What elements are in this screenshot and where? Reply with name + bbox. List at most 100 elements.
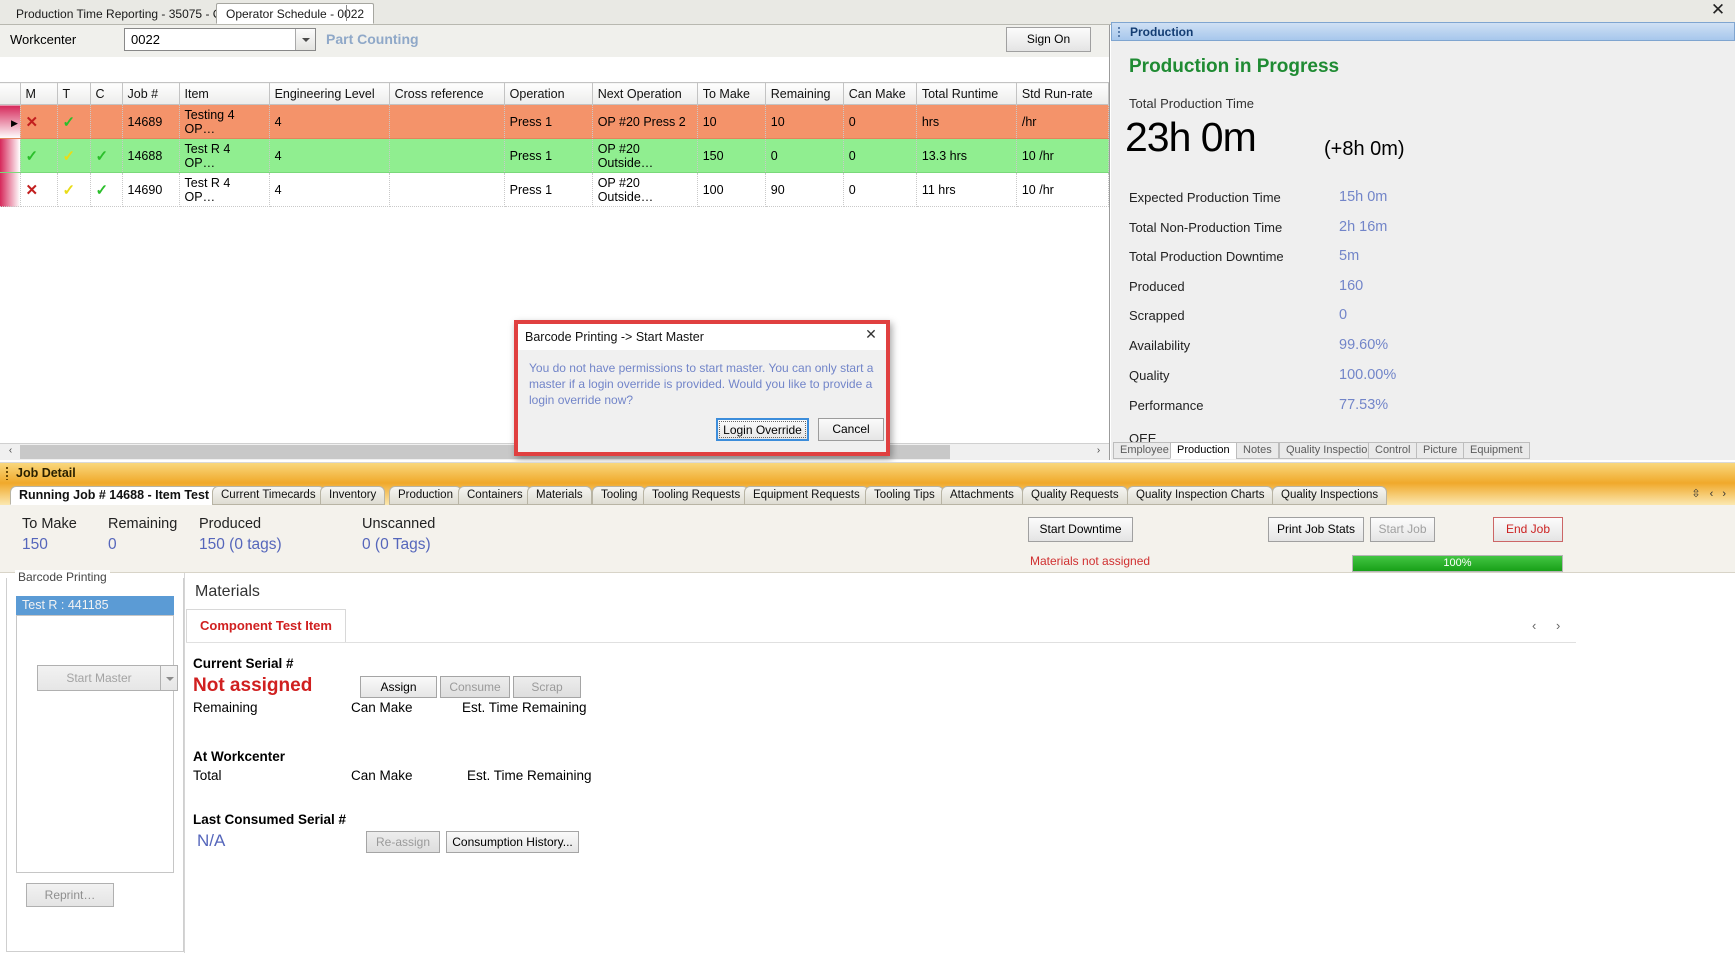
workcenter-value: 0022: [131, 32, 160, 47]
workcenter-select[interactable]: 0022: [124, 28, 316, 51]
header-engineering-level[interactable]: Engineering Level: [269, 82, 390, 105]
last-consumed-serial-value: N/A: [197, 831, 226, 850]
cell-t: ✓: [57, 104, 91, 139]
table-row[interactable]: ▶ ✕ ✓ 14689 Testing 4 OP… 4 Press 1 OP #…: [0, 104, 1110, 139]
divider: [186, 642, 1576, 643]
tab-quality-inspection[interactable]: Quality Inspection: [1279, 442, 1381, 459]
row-selector[interactable]: ▶: [0, 104, 21, 139]
tab-quality-requests[interactable]: Quality Requests: [1022, 486, 1128, 505]
top-tab-operator-schedule[interactable]: Operator Schedule - 0022: [216, 3, 375, 24]
chevron-down-icon[interactable]: [295, 29, 315, 50]
header-next-operation[interactable]: Next Operation: [592, 82, 698, 105]
tab-tooling[interactable]: Tooling: [592, 486, 647, 505]
barcode-printing-dialog: Barcode Printing -> Start Master ✕ You d…: [514, 320, 890, 456]
grip-icon[interactable]: [6, 467, 8, 480]
header-std-run-rate[interactable]: Std Run-rate: [1016, 82, 1110, 105]
tab-current-timecards[interactable]: Current Timecards: [212, 486, 325, 505]
header-operation[interactable]: Operation: [504, 82, 593, 105]
job-table: M T C Job # Item Engineering Level Cross…: [0, 82, 1110, 207]
reassign-button[interactable]: Re-assign: [366, 831, 440, 853]
sign-on-button[interactable]: Sign On: [1006, 27, 1091, 52]
tab-component-test-item[interactable]: Component Test Item: [186, 609, 346, 642]
cell-can-make: 0: [843, 138, 917, 173]
cell-total-runtime: hrs: [916, 104, 1017, 139]
stat-value-scrapped: 0: [1339, 307, 1348, 323]
cell-c: ✓: [90, 172, 123, 207]
cancel-button[interactable]: Cancel: [818, 418, 884, 441]
metric-unscanned: Unscanned 0 (0 Tags): [362, 516, 435, 554]
header-to-make[interactable]: To Make: [697, 82, 766, 105]
tab-notes[interactable]: Notes: [1236, 442, 1279, 459]
tab-running-job[interactable]: Running Job # 14688 - Item Test R: [10, 486, 231, 505]
check-icon: ✓: [62, 113, 76, 131]
current-serial-label: Current Serial #: [193, 656, 294, 671]
tab-control[interactable]: Control: [1368, 442, 1418, 459]
tab-equipment-requests[interactable]: Equipment Requests: [744, 486, 869, 505]
barcode-selected-item[interactable]: Test R : 441185: [16, 596, 174, 615]
header-c[interactable]: C: [90, 82, 123, 105]
chevron-down-icon[interactable]: [161, 665, 178, 691]
tab-equipment[interactable]: Equipment: [1463, 442, 1530, 459]
header-can-make[interactable]: Can Make: [843, 82, 917, 105]
header-remaining[interactable]: Remaining: [765, 82, 844, 105]
tab-nav-icons[interactable]: ⇳ ‹ ›: [1691, 487, 1729, 500]
cell-eng-level: 4: [269, 104, 390, 139]
print-job-stats-button[interactable]: Print Job Stats: [1268, 517, 1364, 542]
job-table-header-row: M T C Job # Item Engineering Level Cross…: [0, 82, 1110, 105]
start-job-button[interactable]: Start Job: [1370, 517, 1435, 542]
header-item[interactable]: Item: [179, 82, 270, 105]
stat-value-produced: 160: [1339, 278, 1364, 294]
header-total-runtime[interactable]: Total Runtime: [916, 82, 1017, 105]
header-cross-reference[interactable]: Cross reference: [389, 82, 505, 105]
can-make-label-workcenter: Can Make: [351, 768, 413, 783]
tab-quality-inspections[interactable]: Quality Inspections: [1272, 486, 1388, 505]
table-row[interactable]: ✕ ✓ ✓ 14690 Test R 4 OP… 4 Press 1 OP #2…: [0, 172, 1110, 207]
consumption-history-button[interactable]: Consumption History...: [446, 831, 579, 853]
check-icon: ✓: [95, 147, 109, 165]
start-downtime-button[interactable]: Start Downtime: [1028, 517, 1133, 542]
tab-materials[interactable]: Materials: [527, 486, 592, 505]
tab-tooling-tips[interactable]: Tooling Tips: [865, 486, 944, 505]
materials-pager-icons[interactable]: ‹ ›: [1532, 618, 1568, 633]
metric-unscanned-label: Unscanned: [362, 516, 436, 532]
scroll-right-icon[interactable]: ›: [1090, 445, 1107, 459]
tab-quality-inspection-charts[interactable]: Quality Inspection Charts: [1127, 486, 1274, 505]
close-icon[interactable]: ✕: [1705, 0, 1731, 22]
login-override-button[interactable]: Login Override: [716, 418, 809, 441]
tab-tooling-requests[interactable]: Tooling Requests: [643, 486, 750, 505]
tab-employee[interactable]: Employee: [1113, 442, 1176, 459]
cell-cross-reference: [389, 172, 505, 207]
scroll-left-icon[interactable]: ‹: [2, 445, 19, 459]
close-icon[interactable]: ✕: [862, 328, 880, 344]
grip-icon[interactable]: [1118, 27, 1120, 38]
tab-production[interactable]: Production: [1170, 442, 1237, 459]
header-m[interactable]: M: [20, 82, 58, 105]
end-job-button[interactable]: End Job: [1493, 517, 1563, 542]
tab-production[interactable]: Production: [389, 486, 462, 505]
header-t[interactable]: T: [57, 82, 91, 105]
scrap-button[interactable]: Scrap: [513, 676, 581, 698]
job-detail-content: Barcode Printing Test R : 441185 Start M…: [0, 570, 1735, 953]
assign-button[interactable]: Assign: [360, 676, 437, 698]
cell-std-run-rate: 10 /hr: [1016, 172, 1110, 207]
header-job-number[interactable]: Job #: [122, 82, 180, 105]
row-selector[interactable]: [0, 138, 21, 173]
tab-picture[interactable]: Picture: [1416, 442, 1465, 459]
tab-containers[interactable]: Containers: [458, 486, 532, 505]
start-master-button[interactable]: Start Master: [37, 665, 161, 691]
cell-m: ✕: [20, 104, 58, 139]
stat-value-performance: 77.53%: [1339, 397, 1389, 413]
job-progress-text: 100%: [1443, 557, 1472, 569]
x-icon: ✕: [25, 113, 39, 131]
table-row[interactable]: ✓ ✓ ✓ 14688 Test R 4 OP… 4 Press 1 OP #2…: [0, 138, 1110, 173]
total-production-time-value: 23h 0m: [1125, 114, 1257, 160]
cell-remaining: 10: [765, 104, 844, 139]
reprint-button[interactable]: Reprint…: [26, 883, 114, 907]
consume-button[interactable]: Consume: [440, 676, 510, 698]
cell-item: Testing 4 OP…: [179, 104, 270, 139]
row-selector[interactable]: [0, 172, 21, 207]
cell-to-make: 100: [697, 172, 766, 207]
tab-inventory[interactable]: Inventory: [320, 486, 386, 505]
tab-attachments[interactable]: Attachments: [941, 486, 1023, 505]
metric-to-make-label: To Make: [22, 516, 77, 532]
